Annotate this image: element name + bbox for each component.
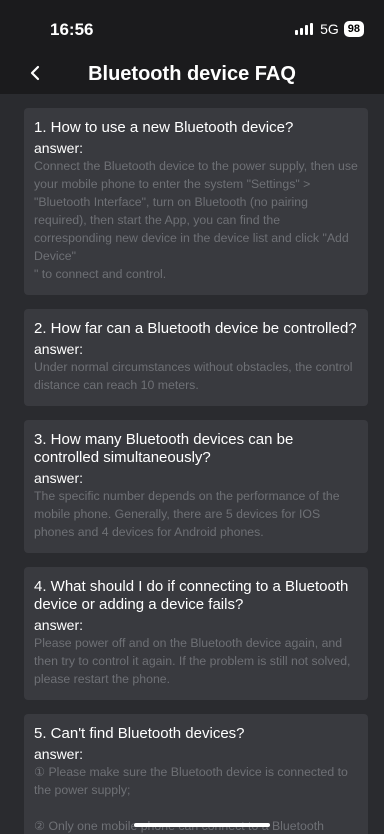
faq-question: 3. How many Bluetooth devices can be con…	[34, 431, 294, 466]
faq-item: 2. How far can a Bluetooth device be con…	[24, 309, 368, 406]
faq-question: 4. What should I do if connecting to a B…	[34, 578, 349, 613]
status-time: 16:56	[50, 20, 94, 39]
faq-item: 4. What should I do if connecting to a B…	[24, 567, 368, 700]
faq-answer-label: answer:	[34, 746, 84, 762]
faq-list: 1. How to use a new Bluetooth device? an…	[0, 94, 384, 834]
faq-item: 3. How many Bluetooth devices can be con…	[24, 420, 368, 553]
faq-answer: Please power off and on the Bluetooth de…	[34, 636, 351, 686]
network-type: 5G	[320, 21, 339, 37]
status-bar: 16:56 5G 98	[0, 0, 384, 54]
cellular-signal-icon	[295, 23, 314, 35]
navigation-bar: Bluetooth device FAQ	[0, 54, 384, 94]
battery-icon: 98	[343, 21, 364, 37]
home-indicator[interactable]	[134, 823, 270, 827]
status-indicators: 5G 98	[295, 21, 364, 37]
faq-content[interactable]: 1. How to use a new Bluetooth device? an…	[0, 94, 384, 834]
faq-answer-label: answer:	[34, 617, 84, 633]
faq-answer-label: answer:	[34, 341, 84, 357]
faq-question: 5. Can't find Bluetooth devices?	[34, 725, 245, 742]
faq-item: 1. How to use a new Bluetooth device? an…	[24, 108, 368, 295]
faq-item: 5. Can't find Bluetooth devices? answer:…	[24, 714, 368, 834]
faq-answer: The specific number depends on the perfo…	[34, 489, 340, 539]
faq-answer-label: answer:	[34, 140, 84, 156]
page-title: Bluetooth device FAQ	[88, 63, 296, 85]
faq-answer-label: answer:	[34, 470, 84, 486]
faq-answer: Under normal circumstances without obsta…	[34, 360, 353, 392]
faq-question: 1. How to use a new Bluetooth device?	[34, 119, 294, 136]
faq-question: 2. How far can a Bluetooth device be con…	[34, 320, 357, 337]
faq-answer: Connect the Bluetooth device to the powe…	[34, 159, 358, 281]
